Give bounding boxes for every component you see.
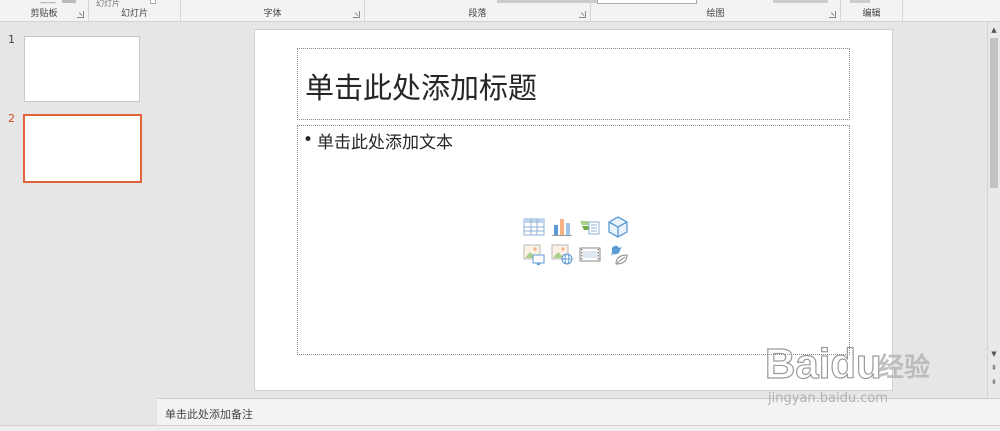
content-placeholder[interactable]: • 单击此处添加文本	[297, 125, 850, 355]
ribbon-group-slides: 幻灯片	[89, 0, 181, 22]
slide-number: 1	[8, 33, 15, 46]
ribbon-group-label: 绘图	[706, 9, 725, 19]
scroll-down-icon[interactable]: ▼	[988, 348, 1000, 360]
bullet-marker: •	[303, 130, 314, 150]
slide-thumbnail-pane: 1 2	[0, 22, 157, 431]
notes-placeholder: 单击此处添加备注	[165, 408, 253, 421]
ribbon-group-label: 字体	[263, 9, 282, 19]
slide-thumbnail-2[interactable]	[23, 114, 142, 183]
ribbon-group-paragraph: 段落	[365, 0, 591, 22]
ribbon-group-label: 编辑	[862, 9, 881, 19]
insert-content-icons	[522, 215, 634, 267]
ribbon-group-editing: 编辑	[841, 0, 903, 22]
previous-slide-icon[interactable]: ⇞	[988, 362, 1000, 374]
dialog-launcher-icon[interactable]	[77, 11, 84, 18]
table-icon[interactable]	[522, 215, 546, 239]
video-icon[interactable]	[578, 242, 602, 266]
notes-pane[interactable]: 单击此处添加备注	[157, 398, 1000, 425]
dialog-launcher-icon[interactable]	[829, 11, 836, 18]
chart-icon[interactable]	[550, 215, 574, 239]
dialog-launcher-icon[interactable]	[579, 11, 586, 18]
3d-model-icon[interactable]	[606, 215, 630, 239]
ribbon-group-label: 剪贴板	[30, 9, 58, 19]
ribbon-group-font: 字体	[181, 0, 365, 22]
dialog-launcher-icon[interactable]	[353, 11, 360, 18]
next-slide-icon[interactable]: ⇟	[988, 376, 1000, 388]
slide-number: 2	[8, 112, 15, 125]
ribbon: —— 幻灯片 剪贴板 幻灯片 字体 段落 绘图 编辑	[0, 0, 1000, 22]
smartart-icon[interactable]	[578, 215, 602, 239]
title-placeholder-text: 单击此处添加标题	[305, 71, 538, 105]
content-placeholder-text: 单击此处添加文本	[317, 133, 453, 153]
ribbon-group-label: 段落	[468, 9, 487, 19]
slide-canvas[interactable]: 单击此处添加标题 • 单击此处添加文本	[255, 30, 892, 390]
online-picture-icon[interactable]	[550, 242, 574, 266]
title-placeholder[interactable]: 单击此处添加标题	[297, 48, 850, 120]
ribbon-group-drawing: 绘图	[591, 0, 841, 22]
scrollbar-thumb[interactable]	[990, 38, 998, 188]
slide-thumbnail-1[interactable]	[24, 36, 140, 102]
ribbon-group-clipboard: 剪贴板	[0, 0, 89, 22]
picture-icon[interactable]	[522, 242, 546, 266]
status-bar	[0, 425, 1000, 431]
icons-icon[interactable]	[606, 242, 630, 266]
vertical-scrollbar[interactable]: ▲ ▼ ⇞ ⇟	[987, 22, 1000, 398]
powerpoint-window: —— 幻灯片 剪贴板 幻灯片 字体 段落 绘图 编辑 1 2 单击此处添加标题 …	[0, 0, 1000, 431]
ribbon-group-label: 幻灯片	[120, 9, 148, 19]
scroll-up-icon[interactable]: ▲	[988, 24, 1000, 36]
